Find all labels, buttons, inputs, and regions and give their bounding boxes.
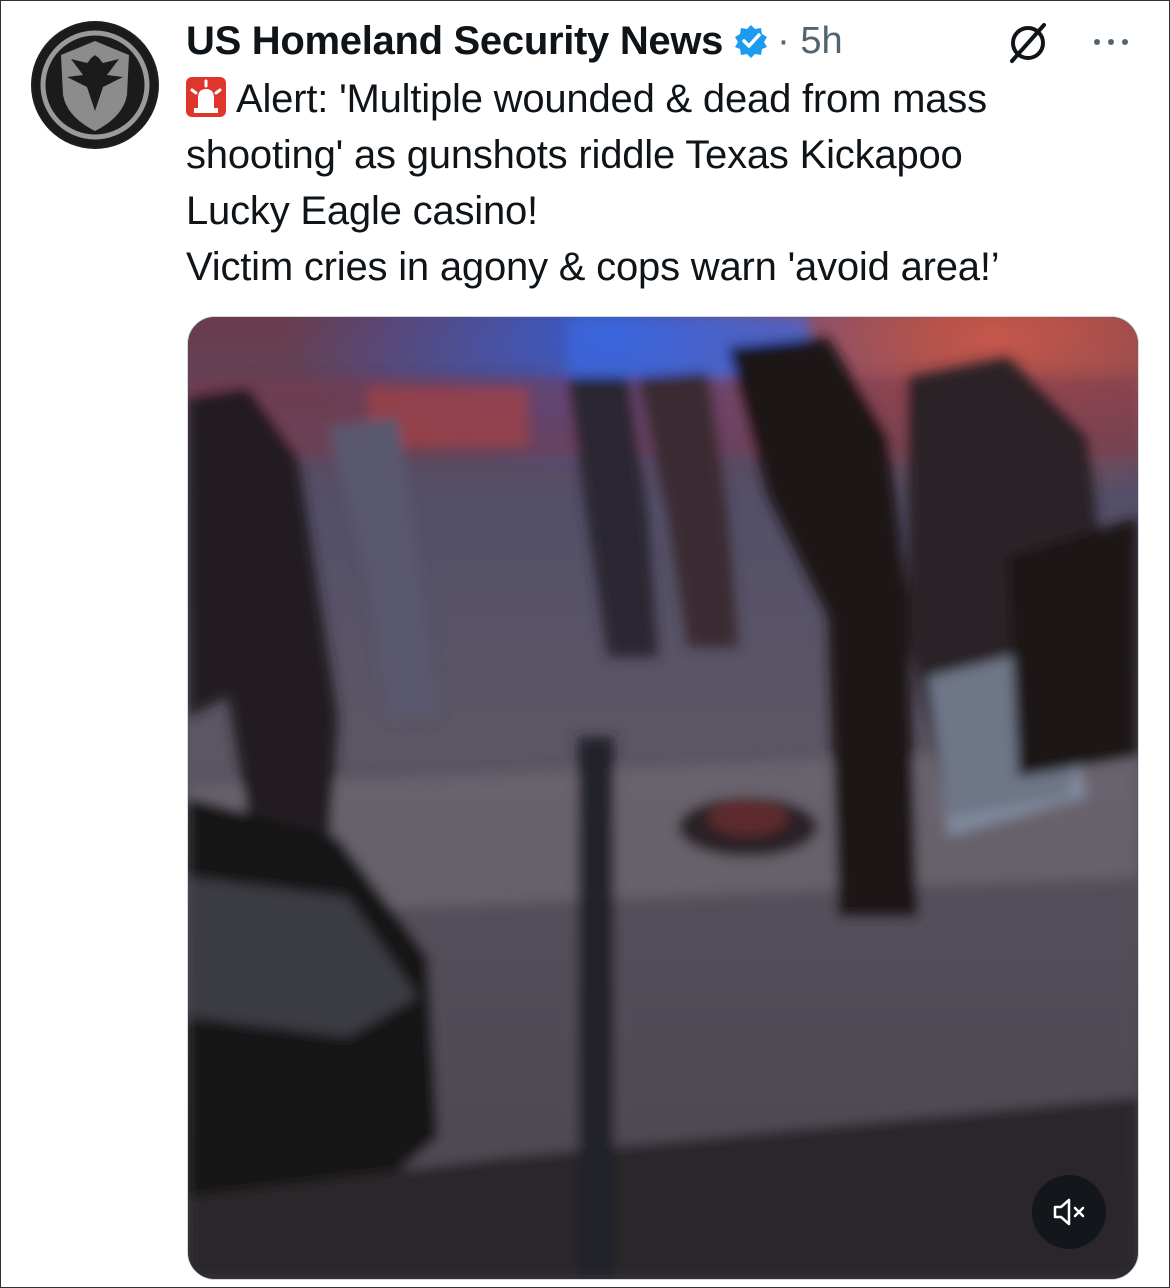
- grok-icon[interactable]: [1006, 21, 1050, 65]
- tweet-text-line-4: Victim cries in agony & cops warn 'avoid…: [186, 245, 1000, 289]
- more-icon[interactable]: [1089, 29, 1133, 55]
- siren-icon: [186, 77, 226, 117]
- tweet-text-line-1: Alert: 'Multiple wounded & dead from mas…: [186, 71, 1146, 127]
- verified-badge-icon: [733, 23, 769, 59]
- tweet-text: Alert: 'Multiple wounded & dead from mas…: [186, 71, 1146, 295]
- muted-speaker-icon: [1053, 1198, 1085, 1226]
- tweet-card[interactable]: US Homeland Security News · 5h Alert: 'M…: [0, 0, 1170, 1288]
- tweet-text-line-2: shooting' as gunshots riddle Texas Kicka…: [186, 133, 963, 177]
- avatar[interactable]: [31, 21, 159, 149]
- video-player[interactable]: [187, 316, 1139, 1280]
- mute-button[interactable]: [1032, 1175, 1106, 1249]
- timestamp[interactable]: · 5h: [777, 20, 842, 63]
- tweet-header: US Homeland Security News · 5h: [186, 15, 843, 67]
- shield-eagle-logo: [33, 23, 157, 147]
- tweet-text-line-3: Lucky Eagle casino!: [186, 189, 538, 233]
- tweet-text-line: Alert: 'Multiple wounded & dead from mas…: [236, 77, 987, 121]
- video-frame: [188, 317, 1138, 1279]
- author-name[interactable]: US Homeland Security News: [186, 19, 723, 64]
